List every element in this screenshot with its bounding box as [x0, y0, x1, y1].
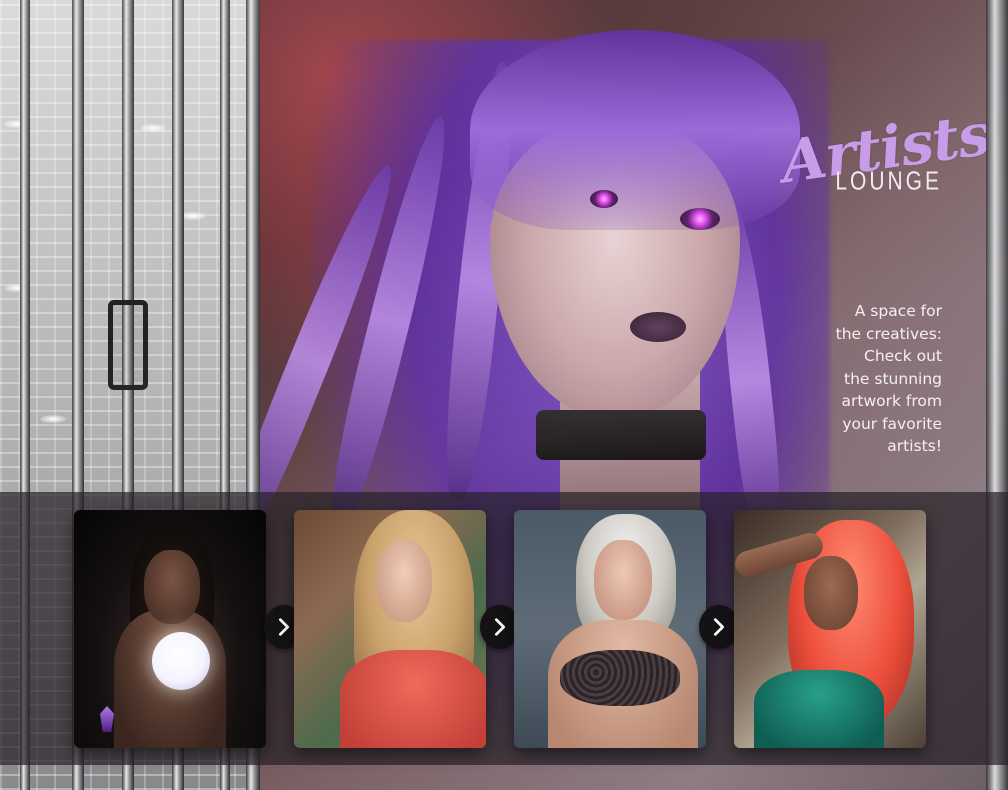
tagline: A space for the creatives: Check out the…	[820, 300, 942, 458]
character-lips	[630, 312, 686, 342]
tagline-line: the creatives:	[835, 324, 942, 343]
character-bangs	[470, 30, 800, 230]
tagline-line: the stunning	[844, 369, 942, 388]
figure-hoodie	[340, 650, 486, 748]
tagline-line: artists!	[887, 437, 942, 455]
crystal-ball	[152, 632, 210, 690]
character-collar	[536, 410, 706, 460]
figure-face	[144, 550, 200, 624]
crystal-gem	[100, 706, 114, 732]
gallery-card[interactable]	[294, 510, 486, 748]
figure-lace-top	[560, 650, 680, 706]
glowing-eye	[680, 208, 720, 230]
chevron-right-icon	[494, 618, 506, 636]
tagline-line: Check out	[864, 347, 942, 365]
chevron-right-icon	[278, 618, 290, 636]
figure-face	[376, 540, 432, 622]
brand-sub: LOUNGE	[835, 167, 942, 196]
gallery-card[interactable]	[734, 510, 926, 748]
glowing-eye	[590, 190, 618, 208]
tagline-line: A space for	[854, 302, 942, 320]
brand-logo: Artists LOUNGE	[777, 100, 988, 196]
figure-swimsuit	[754, 670, 884, 748]
ceiling-light	[140, 124, 166, 132]
figure-face	[594, 540, 652, 620]
next-arrow-button[interactable]	[699, 605, 739, 649]
figure-face	[804, 556, 858, 630]
gallery-card[interactable]	[74, 510, 266, 748]
gallery-card[interactable]	[514, 510, 706, 748]
tagline-line: your favorite	[842, 414, 942, 433]
chevron-right-icon	[713, 618, 725, 636]
ceiling-light	[40, 415, 66, 423]
door-handle	[108, 300, 148, 390]
tagline-line: artwork from	[841, 392, 942, 410]
